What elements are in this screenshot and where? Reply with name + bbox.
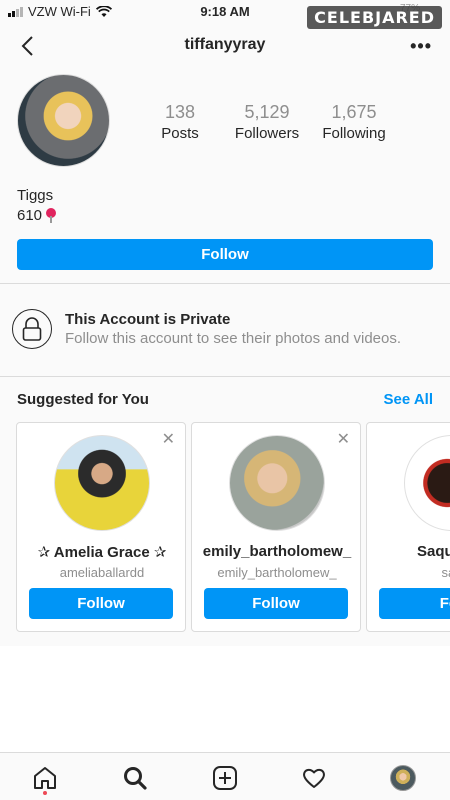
empty-area <box>0 646 450 752</box>
followers-count: 5,129 <box>244 102 290 122</box>
suggested-card[interactable]: Saquon B saq Fol <box>366 422 450 632</box>
suggested-heading: Suggested for You <box>17 391 149 408</box>
posts-count: 138 <box>164 102 196 122</box>
card-name: ✰ Amelia Grace ✰ <box>37 544 167 561</box>
avatar <box>390 765 416 791</box>
pin-icon <box>46 208 57 223</box>
following-count: 1,675 <box>331 102 377 122</box>
bottom-tab-bar <box>0 752 450 800</box>
followers-label: Followers <box>234 125 300 142</box>
plus-square-icon <box>213 766 237 790</box>
avatar[interactable] <box>404 435 450 531</box>
avatar[interactable] <box>54 435 150 531</box>
lock-icon <box>12 309 52 349</box>
card-username: saq <box>441 565 450 580</box>
more-options-button[interactable]: ••• <box>410 36 432 57</box>
divider <box>0 283 450 284</box>
search-icon <box>124 767 147 790</box>
page-title: tiffanyyray <box>184 36 266 53</box>
card-name: Saquon B <box>417 543 450 560</box>
nav-header: tiffanyyray ••• <box>0 26 450 66</box>
status-bar: VZW Wi-Fi 9:18 AM 77% CELEBJARED <box>0 0 450 29</box>
card-follow-button[interactable]: Follow <box>29 588 173 619</box>
close-icon[interactable]: ✕ <box>162 429 175 449</box>
tab-home[interactable] <box>30 763 60 793</box>
more-horizontal-icon: ••• <box>410 36 432 56</box>
close-icon[interactable]: ✕ <box>337 429 350 449</box>
tab-profile[interactable] <box>388 763 418 793</box>
private-subtitle: Follow this account to see their photos … <box>65 330 402 347</box>
profile-name: Tiggs <box>17 187 54 204</box>
tab-search[interactable] <box>120 763 150 793</box>
card-follow-button[interactable]: Fol <box>379 588 450 619</box>
profile-bio: Tiggs 610 <box>17 186 57 226</box>
posts-label: Posts <box>161 125 199 142</box>
profile-header: 138 Posts 5,129 Followers 1,675 Followin… <box>17 74 437 174</box>
bio-text: 610 <box>17 207 43 224</box>
bio-line: 610 <box>17 206 57 226</box>
see-all-link[interactable]: See All <box>384 391 433 408</box>
profile-stats: 138 Posts 5,129 Followers 1,675 Followin… <box>137 102 397 142</box>
tab-activity[interactable] <box>299 763 329 793</box>
avatar[interactable] <box>229 435 325 531</box>
follow-button[interactable]: Follow <box>17 239 433 270</box>
private-account-notice: This Account is Private Follow this acco… <box>12 309 442 353</box>
card-username: emily_bartholomew_ <box>217 565 337 580</box>
followers-stat[interactable]: 5,129 Followers <box>224 102 310 142</box>
notification-dot <box>43 791 47 795</box>
private-title: This Account is Private <box>65 311 231 328</box>
card-follow-button[interactable]: Follow <box>204 588 348 619</box>
home-icon <box>34 767 56 789</box>
suggested-card[interactable]: ✕ emily_bartholomew_ emily_bartholomew_ … <box>191 422 361 632</box>
profile-avatar[interactable] <box>17 74 110 167</box>
card-username: ameliaballardd <box>59 565 145 580</box>
heart-icon <box>303 768 325 788</box>
suggested-carousel[interactable]: ✕ ✰ Amelia Grace ✰ ameliaballardd Follow… <box>16 422 450 632</box>
card-name: emily_bartholomew_ <box>202 543 352 560</box>
posts-stat[interactable]: 138 Posts <box>137 102 223 142</box>
following-label: Following <box>322 125 386 142</box>
divider <box>0 376 450 377</box>
tab-new-post[interactable] <box>210 763 240 793</box>
following-stat[interactable]: 1,675 Following <box>311 102 397 142</box>
suggested-card[interactable]: ✕ ✰ Amelia Grace ✰ ameliaballardd Follow <box>16 422 186 632</box>
